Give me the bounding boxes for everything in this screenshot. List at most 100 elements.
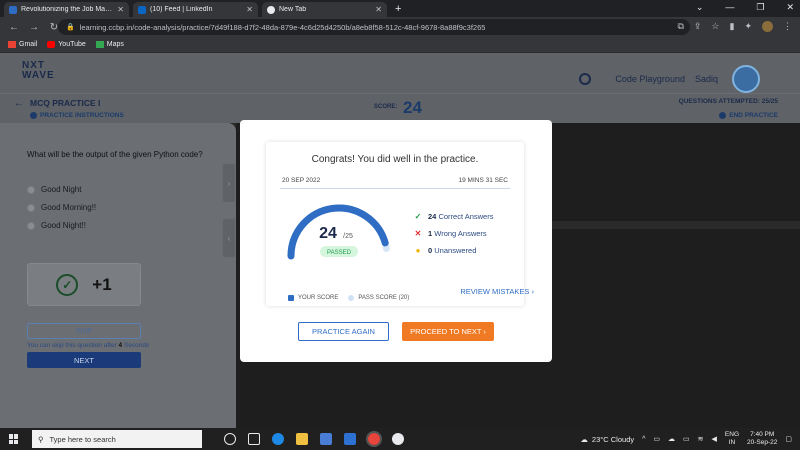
new-tab-button[interactable]: + [395, 2, 401, 17]
points-card: ✓ +1 [27, 263, 141, 306]
passed-label: PASSED [327, 250, 352, 256]
browser-tab[interactable]: Revolutionizing the Job Market | ✕ [4, 2, 129, 17]
questions-attempted: QUESTIONS ATTEMPTED: 25/25 [678, 98, 778, 105]
forward-icon[interactable]: → [28, 22, 40, 33]
back-icon[interactable]: ← [8, 22, 20, 33]
tab-title: (10) Feed | LinkedIn [150, 6, 213, 13]
notification-icon[interactable]: ▢ [785, 435, 792, 443]
youtube-icon [47, 41, 56, 48]
task-view-icon[interactable] [248, 433, 260, 445]
url-text: learning.ccbp.in/code-analysis/practice/… [79, 22, 486, 32]
option-3[interactable]: Good Night!! [27, 221, 86, 230]
onedrive-icon[interactable]: ☁ [668, 435, 675, 443]
option-2[interactable]: Good Morning!! [27, 203, 96, 212]
bookmark-youtube[interactable]: YouTube [47, 41, 86, 48]
network-icon[interactable]: ▭ [653, 435, 660, 443]
proceed-to-next-button[interactable]: PROCEED TO NEXT › [402, 322, 494, 341]
wifi-icon[interactable]: ≋ [698, 435, 704, 443]
language-indicator[interactable]: ENG IN [725, 431, 739, 447]
share-icon[interactable]: ⇪ [694, 21, 702, 32]
taskbar-search-input[interactable]: ⚲ Type here to search [32, 430, 202, 448]
practice-again-button[interactable]: PRACTICE AGAIN [298, 322, 389, 341]
browser-tab[interactable]: (10) Feed | LinkedIn ✕ [133, 2, 258, 17]
weather-widget[interactable]: ☁ 23°C Cloudy [580, 435, 634, 444]
cortana-icon[interactable] [224, 433, 236, 445]
cross-icon: ✕ [414, 229, 422, 238]
legend-label: PASS SCORE (20) [358, 295, 410, 301]
score-value: 24 [403, 98, 422, 117]
congrats-message: Congrats! You did well in the practice. [311, 154, 479, 165]
next-button[interactable]: NEXT [27, 352, 141, 368]
chrome-taskbar-icon[interactable] [366, 431, 382, 447]
clock[interactable]: 7:40 PM 20-Sep-22 [747, 431, 777, 447]
practice-date: 20 SEP 2022 [282, 177, 321, 184]
score-gauge: 24 /25 PASSED [287, 204, 390, 260]
bookmark-gmail[interactable]: Gmail [8, 41, 37, 48]
bookmark-maps[interactable]: Maps [95, 41, 124, 48]
timer-icon [579, 73, 592, 85]
close-icon[interactable]: ✕ [246, 5, 253, 14]
legend-your-score: YOUR SCORE [288, 295, 338, 301]
volume-icon[interactable]: ◀ [712, 435, 717, 443]
end-icon [719, 112, 727, 119]
radio-button[interactable] [27, 185, 35, 194]
tab-search-icon[interactable]: ⌄ [696, 2, 704, 13]
check-icon: ✓ [414, 212, 422, 221]
sidebar-icon[interactable]: ▮ [730, 21, 735, 32]
chrome-icon [267, 5, 275, 14]
profile-avatar[interactable] [762, 21, 773, 32]
maximize-icon[interactable]: ❐ [756, 2, 764, 13]
code-playground-link[interactable]: Code Playground [615, 74, 685, 84]
review-mistakes-link[interactable]: REVIEW MISTAKES › [460, 287, 534, 296]
collapse-panel-button[interactable]: › [222, 163, 236, 203]
clock-date: 20-Sep-22 [747, 439, 778, 446]
user-name: Sadiq [694, 74, 718, 84]
legend-label: YOUR SCORE [298, 295, 339, 301]
edge-icon[interactable] [272, 433, 284, 445]
unanswered-count: 0 [428, 246, 433, 255]
skip-button[interactable]: SKIP [27, 323, 141, 339]
wrong-label: Wrong Answers [434, 229, 487, 238]
lock-icon: 🔒 [66, 24, 75, 31]
app-icon[interactable] [392, 433, 404, 445]
dot-icon: ● [415, 246, 421, 255]
close-icon[interactable]: ✕ [117, 5, 124, 14]
stat-wrong: ✕ 1 Wrong Answers [414, 225, 493, 242]
end-practice-button[interactable]: END PRACTICE [719, 112, 778, 119]
correct-label: Correct Answers [438, 212, 494, 221]
option-1[interactable]: Good Night [27, 185, 81, 194]
cloud-icon: ☁ [580, 434, 588, 444]
windows-start-icon[interactable] [9, 434, 19, 444]
skip-note: You can skip this question after 4 Secon… [27, 342, 149, 349]
battery-icon[interactable]: ▭ [683, 435, 690, 443]
bookmark-star-icon[interactable]: ☆ [711, 21, 719, 32]
screen: Revolutionizing the Job Market | ✕ (10) … [0, 0, 800, 450]
bookmark-label: Gmail [19, 41, 38, 48]
unanswered-label: Unanswered [434, 246, 477, 255]
back-arrow-icon[interactable]: ← [14, 98, 24, 109]
correct-count: 24 [428, 212, 437, 221]
chevron-left-icon: ‹ [227, 233, 231, 243]
url-input[interactable]: 🔒 learning.ccbp.in/code-analysis/practic… [58, 19, 690, 35]
bookmark-label: Maps [106, 41, 124, 48]
divider [280, 188, 510, 189]
close-icon[interactable]: ✕ [375, 5, 382, 14]
extensions-icon[interactable]: ✦ [744, 21, 752, 32]
expand-panel-button[interactable]: ‹ [222, 218, 236, 258]
practice-instructions-link[interactable]: PRACTICE INSTRUCTIONS [30, 112, 124, 119]
store-icon[interactable] [320, 433, 332, 445]
close-window-icon[interactable]: ✕ [786, 2, 794, 13]
header-right: Code Playground Sadiq [579, 65, 760, 93]
browser-tab[interactable]: New Tab ✕ [262, 2, 387, 17]
info-icon [30, 112, 37, 119]
file-explorer-icon[interactable] [296, 433, 308, 445]
minimize-icon[interactable]: — [725, 2, 734, 13]
radio-button[interactable] [27, 221, 35, 230]
menu-icon[interactable]: ⋮ [783, 21, 792, 32]
user-avatar[interactable] [732, 65, 760, 93]
open-in-app-icon[interactable]: ⧉ [677, 21, 683, 32]
mail-icon[interactable] [344, 433, 356, 445]
radio-button[interactable] [27, 203, 35, 212]
tray-chevron-up-icon[interactable]: ^ [642, 436, 645, 443]
nxtwave-logo[interactable]: NXT WAVE [22, 61, 55, 81]
